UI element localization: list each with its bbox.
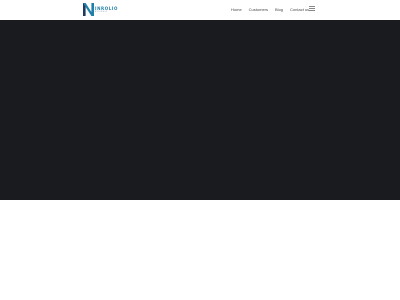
nav-customers[interactable]: Customers	[249, 7, 268, 13]
nav-blog[interactable]: Blog	[275, 7, 283, 13]
nav-home[interactable]: Home	[231, 7, 242, 13]
content-section	[0, 200, 400, 300]
main-nav: Home Customers Blog Contact us	[231, 7, 309, 13]
logo-tagline: BUSINESS	[95, 12, 108, 13]
n-logo-icon	[83, 3, 94, 16]
site-header: INROLIO BUSINESS Home Customers Blog Con…	[0, 0, 400, 20]
site-logo[interactable]: INROLIO BUSINESS	[83, 3, 118, 17]
nav-contact-us[interactable]: Contact us	[290, 7, 309, 13]
hero-section	[0, 20, 400, 200]
hamburger-menu-icon[interactable]	[309, 6, 315, 12]
